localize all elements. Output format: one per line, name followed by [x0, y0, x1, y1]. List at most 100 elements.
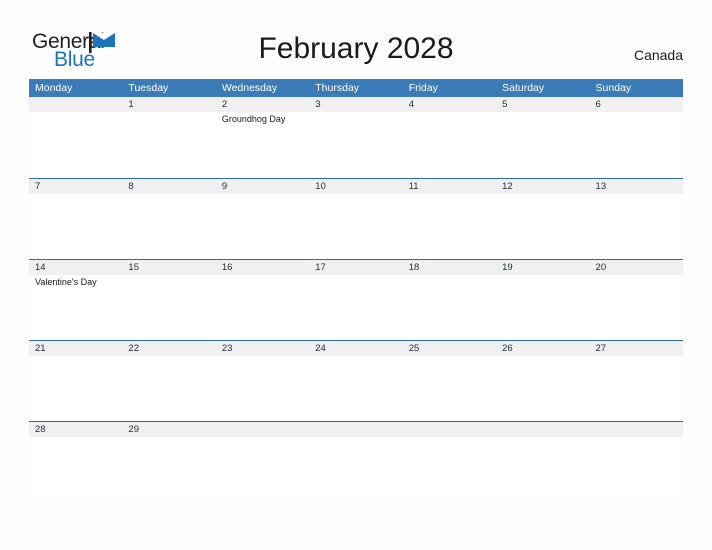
day-cell[interactable]: 16	[216, 260, 309, 341]
weekday-header-saturday: Saturday	[502, 82, 545, 94]
day-number: 23	[221, 343, 233, 354]
day-events	[128, 194, 215, 196]
day-cell[interactable]: 29	[122, 422, 215, 503]
weekday-header-sunday: Sunday	[595, 82, 632, 94]
day-cell[interactable]: 9	[216, 179, 309, 260]
day-cell[interactable]: 28	[29, 422, 122, 503]
day-events	[35, 356, 122, 358]
calendar-grid: Monday Tuesday Wednesday Thursday Friday…	[29, 79, 683, 502]
day-cell[interactable]: 7	[29, 179, 122, 260]
day-number: 14	[35, 262, 46, 273]
day-events	[315, 275, 402, 277]
day-cell[interactable]: 15	[122, 260, 215, 341]
day-events	[222, 194, 309, 196]
day-cell[interactable]: 8	[122, 179, 215, 260]
day-number: 16	[221, 262, 233, 273]
day-events	[315, 356, 402, 358]
day-cell[interactable]: 4	[403, 97, 496, 178]
day-cell[interactable]: 22	[122, 341, 215, 422]
day-cell-empty	[496, 422, 589, 503]
day-number: 12	[502, 181, 513, 192]
day-number: 2	[221, 99, 228, 110]
day-number: 5	[502, 99, 508, 110]
page-header: General Blue February 2028 Canada	[0, 0, 712, 78]
calendar-week-row: 21 22 23 24 25 26 27	[29, 340, 683, 421]
day-events	[596, 356, 683, 358]
day-events	[596, 437, 683, 439]
calendar-page: General Blue February 2028 Canada Monday…	[0, 0, 712, 550]
calendar-week-row: 28 29	[29, 421, 683, 502]
weekday-header-thursday: Thursday	[315, 82, 360, 94]
day-cell[interactable]: 27	[590, 341, 683, 422]
day-cell-empty	[29, 97, 122, 178]
day-events	[596, 194, 683, 196]
day-number: 4	[408, 99, 414, 110]
day-number	[502, 422, 589, 437]
day-events	[502, 275, 589, 277]
day-cell[interactable]: 23	[216, 341, 309, 422]
day-events	[128, 112, 215, 114]
day-cell[interactable]: 2 Groundhog Day	[216, 97, 309, 178]
day-number: 26	[502, 343, 513, 354]
day-number: 13	[595, 181, 607, 192]
week-cells: 7 8 9 10 11 12 13	[29, 179, 683, 260]
day-number: 27	[595, 343, 607, 354]
day-cell-empty	[216, 422, 309, 503]
day-events	[409, 275, 496, 277]
day-cell[interactable]: 1	[122, 97, 215, 178]
day-events	[409, 194, 496, 196]
day-cell[interactable]: 14 Valentine's Day	[29, 260, 122, 341]
day-events	[222, 437, 309, 439]
day-number: 18	[408, 262, 420, 273]
day-number	[596, 422, 683, 437]
day-number: 9	[221, 181, 228, 192]
day-cell[interactable]: 21	[29, 341, 122, 422]
day-number: 24	[315, 343, 326, 354]
day-events	[315, 194, 402, 196]
day-number: 22	[128, 343, 139, 354]
day-number: 7	[35, 181, 41, 192]
day-number	[35, 97, 122, 112]
day-events	[128, 356, 215, 358]
day-events	[222, 275, 309, 277]
day-events	[315, 112, 402, 114]
calendar-weeks: 1 2 Groundhog Day 3 4 5 6 7 8 9 10 11 12 13 14 Valentin…	[29, 97, 683, 502]
day-number	[409, 422, 496, 437]
day-cell[interactable]: 5	[496, 97, 589, 178]
day-cell[interactable]: 19	[496, 260, 589, 341]
day-events	[35, 194, 122, 196]
day-cell[interactable]: 3	[309, 97, 402, 178]
day-number: 10	[315, 181, 326, 192]
day-events: Valentine's Day	[35, 275, 122, 288]
day-cell[interactable]: 12	[496, 179, 589, 260]
weekday-header-tuesday: Tuesday	[128, 82, 169, 94]
day-number: 11	[408, 181, 419, 192]
day-events	[409, 112, 496, 114]
day-number: 21	[35, 343, 46, 354]
day-events	[502, 194, 589, 196]
day-number	[222, 422, 309, 437]
holiday-label: Groundhog Day	[221, 114, 286, 124]
day-cell[interactable]: 11	[403, 179, 496, 260]
calendar-week-row: 7 8 9 10 11 12 13	[29, 178, 683, 259]
day-events	[596, 275, 683, 277]
day-cell[interactable]: 25	[403, 341, 496, 422]
day-number: 20	[595, 262, 607, 273]
day-number: 29	[128, 424, 139, 435]
day-number: 8	[128, 181, 134, 192]
page-title: February 2028	[258, 32, 454, 65]
day-cell[interactable]: 10	[309, 179, 402, 260]
day-events	[502, 112, 589, 114]
day-number: 25	[408, 343, 420, 354]
day-cell[interactable]: 24	[309, 341, 402, 422]
day-cell[interactable]: 17	[309, 260, 402, 341]
day-number: 3	[315, 99, 321, 110]
day-cell[interactable]: 18	[403, 260, 496, 341]
week-cells: 14 Valentine's Day 15 16 17 18 19 20	[29, 260, 683, 341]
day-cell[interactable]: 26	[496, 341, 589, 422]
holiday-label: Valentine's Day	[35, 277, 97, 287]
week-cells: 21 22 23 24 25 26 27	[29, 341, 683, 422]
day-cell[interactable]: 13	[590, 179, 683, 260]
day-cell[interactable]: 20	[590, 260, 683, 341]
day-cell[interactable]: 6	[590, 97, 683, 178]
